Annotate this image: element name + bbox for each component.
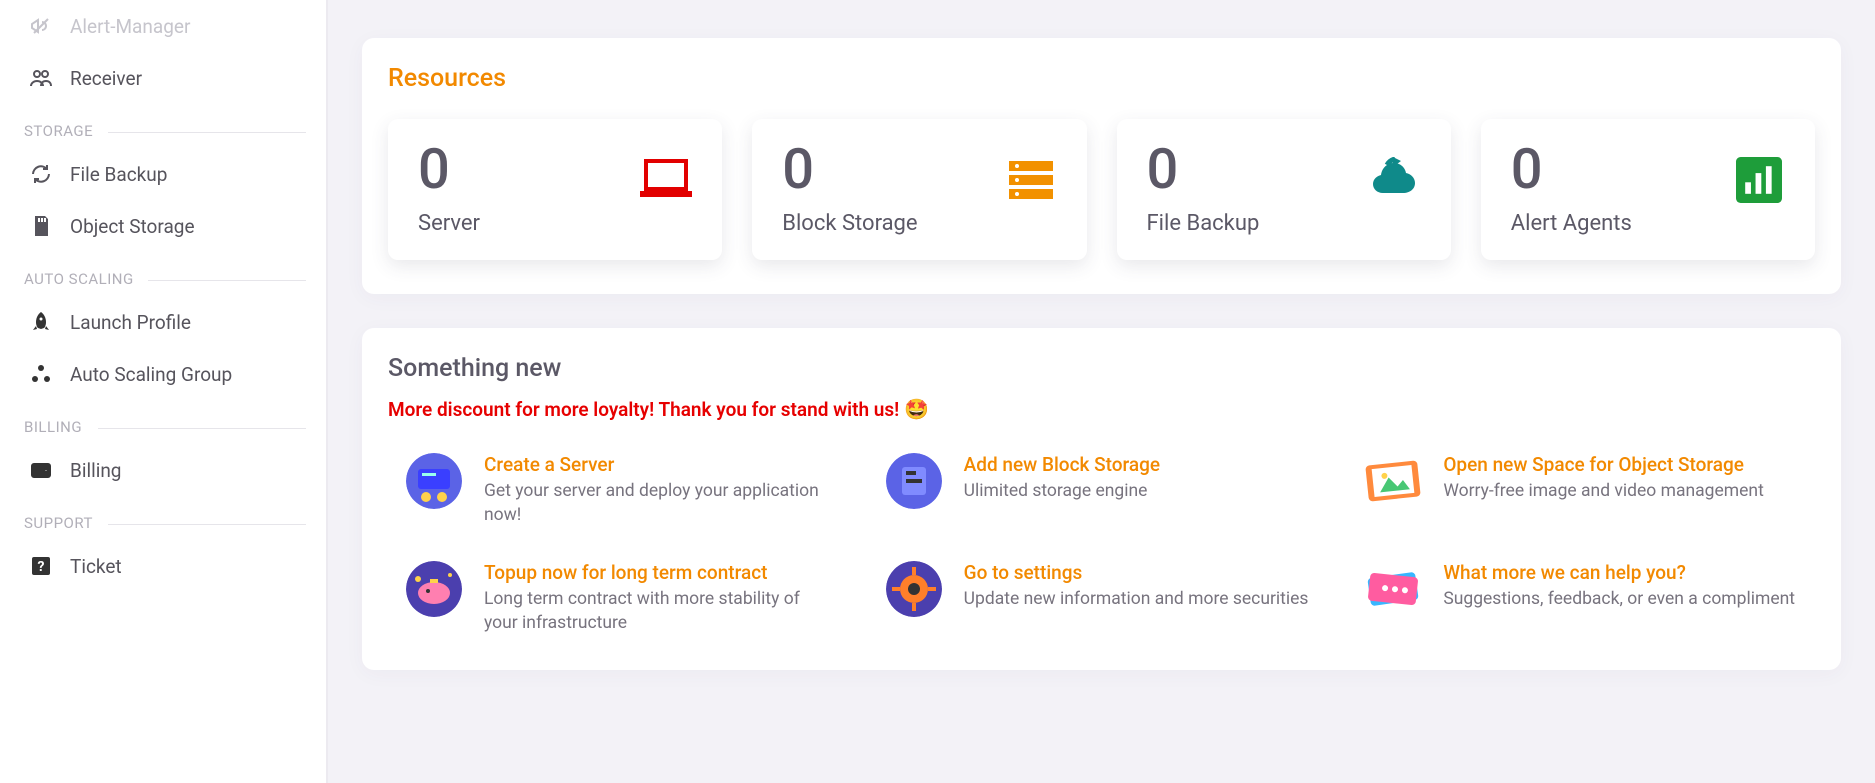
sidebar-section-support: SUPPORT: [0, 496, 326, 540]
resource-card-file-backup[interactable]: 0 File Backup: [1117, 119, 1451, 260]
users-icon: [28, 65, 54, 91]
sidebar-item-label: Launch Profile: [70, 311, 191, 334]
resources-panel: Resources 0 Server 0 Block Storage: [362, 38, 1841, 294]
sidebar-item-label: File Backup: [70, 163, 167, 186]
resource-label: Alert Agents: [1511, 211, 1785, 236]
laptop-icon: [640, 157, 692, 203]
sidebar-item-ticket[interactable]: ? Ticket: [0, 540, 326, 592]
wallet-icon: [28, 457, 54, 483]
quick-link-object-storage: Open new Space for Object Storage Worry-…: [1365, 453, 1797, 527]
sidebar-section-storage: STORAGE: [0, 104, 326, 148]
sidebar-item-label: Auto Scaling Group: [70, 363, 232, 386]
storage-stack-icon: [1005, 157, 1057, 203]
loyalty-notice: More discount for more loyalty! Thank yo…: [388, 397, 1815, 421]
quick-link-desc: Worry-free image and video management: [1443, 480, 1763, 504]
rocket-icon: [28, 309, 54, 335]
piggy-bank-thumb-icon: [406, 561, 462, 617]
backup-sync-icon: [28, 161, 54, 187]
quick-link-desc: Ulimited storage engine: [964, 480, 1160, 504]
sidebar: Alert-Manager Receiver STORAGE File Back…: [0, 0, 328, 783]
resource-cards-row: 0 Server 0 Block Storage: [388, 119, 1815, 260]
quick-link-title[interactable]: What more we can help you?: [1443, 561, 1795, 584]
server-thumb-icon: [406, 453, 462, 509]
quick-link-desc: Get your server and deploy your applicat…: [484, 480, 838, 527]
sidebar-item-launch-profile[interactable]: Launch Profile: [0, 296, 326, 348]
quick-link-create-server: Create a Server Get your server and depl…: [406, 453, 838, 527]
sidebar-section-billing: BILLING: [0, 400, 326, 444]
cloud-restore-icon: [1369, 157, 1421, 203]
quick-link-help: What more we can help you? Suggestions, …: [1365, 561, 1797, 635]
quick-link-settings: Go to settings Update new information an…: [886, 561, 1318, 635]
notice-text: More discount for more loyalty! Thank yo…: [388, 398, 904, 421]
quick-link-add-block-storage: Add new Block Storage Ulimited storage e…: [886, 453, 1318, 527]
nodes-icon: [28, 361, 54, 387]
star-eyes-emoji-icon: 🤩: [904, 397, 929, 421]
quick-link-title[interactable]: Create a Server: [484, 453, 838, 476]
sidebar-item-label: Billing: [70, 459, 121, 482]
megaphone-off-icon: [28, 13, 54, 39]
sd-card-icon: [28, 213, 54, 239]
sidebar-item-label: Receiver: [70, 67, 142, 90]
something-new-panel: Something new More discount for more loy…: [362, 328, 1841, 670]
resources-title: Resources: [388, 64, 1815, 93]
ticket-thumb-icon: [1365, 561, 1421, 617]
sidebar-item-label: Object Storage: [70, 215, 195, 238]
resource-label: File Backup: [1147, 211, 1421, 236]
help-square-icon: ?: [28, 553, 54, 579]
sidebar-section-auto-scaling: AUTO SCALING: [0, 252, 326, 296]
something-new-title: Something new: [388, 354, 1815, 383]
main-content: Resources 0 Server 0 Block Storage: [328, 0, 1875, 783]
quick-link-title[interactable]: Topup now for long term contract: [484, 561, 838, 584]
sidebar-item-auto-scaling-group[interactable]: Auto Scaling Group: [0, 348, 326, 400]
sidebar-item-receiver[interactable]: Receiver: [0, 52, 326, 104]
picture-thumb-icon: [1365, 453, 1421, 509]
resource-label: Block Storage: [782, 211, 1056, 236]
sidebar-item-alert-manager: Alert-Manager: [0, 0, 326, 52]
resource-card-server[interactable]: 0 Server: [388, 119, 722, 260]
quick-link-title[interactable]: Open new Space for Object Storage: [1443, 453, 1763, 476]
quick-link-desc: Suggestions, feedback, or even a complim…: [1443, 588, 1795, 612]
svg-text:?: ?: [38, 559, 45, 575]
resource-card-block-storage[interactable]: 0 Block Storage: [752, 119, 1086, 260]
sidebar-item-label: Alert-Manager: [70, 15, 190, 38]
quick-link-desc: Long term contract with more stability o…: [484, 588, 838, 635]
quick-link-title[interactable]: Add new Block Storage: [964, 453, 1160, 476]
sidebar-item-file-backup[interactable]: File Backup: [0, 148, 326, 200]
quick-link-title[interactable]: Go to settings: [964, 561, 1309, 584]
block-storage-thumb-icon: [886, 453, 942, 509]
gear-thumb-icon: [886, 561, 942, 617]
sidebar-item-billing[interactable]: Billing: [0, 444, 326, 496]
quick-link-topup: Topup now for long term contract Long te…: [406, 561, 838, 635]
bar-chart-icon: [1733, 157, 1785, 203]
resource-label: Server: [418, 211, 692, 236]
sidebar-item-label: Ticket: [70, 555, 122, 578]
quick-link-desc: Update new information and more securiti…: [964, 588, 1309, 612]
resource-card-alert-agents[interactable]: 0 Alert Agents: [1481, 119, 1815, 260]
sidebar-item-object-storage[interactable]: Object Storage: [0, 200, 326, 252]
quick-links-grid: Create a Server Get your server and depl…: [388, 453, 1815, 636]
